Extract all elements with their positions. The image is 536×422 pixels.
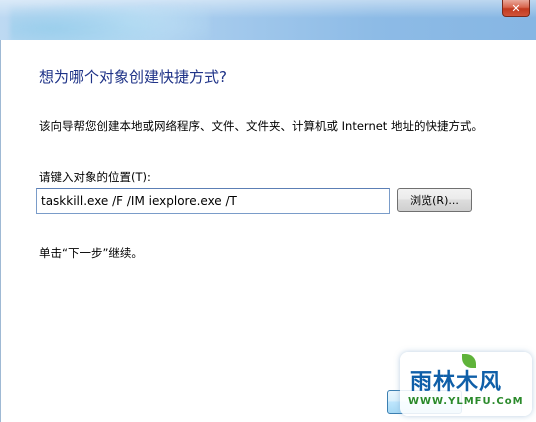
close-icon: ✕ [511,1,521,15]
location-label: 请键入对象的位置(T): [39,170,151,184]
page-title: 想为哪个对象创建快捷方式? [39,68,227,86]
wizard-description: 该向导帮您创建本地或网络程序、文件、文件夹、计算机或 Internet 地址的快… [39,119,483,133]
watermark-name: 雨林木风 [410,370,503,395]
browse-button[interactable]: 浏览(R)... [397,188,472,212]
watermark-logo: 雨林木风 WWW.YLMFU.CoM [400,352,532,416]
close-button[interactable]: ✕ [502,0,530,17]
watermark-url: WWW.YLMFU.CoM [408,396,524,407]
location-input[interactable] [36,188,390,214]
create-shortcut-window: ✕ 想为哪个对象创建快捷方式? 该向导帮您创建本地或网络程序、文件、文件夹、计算… [0,0,536,422]
next-hint: 单击“下一步”继续。 [39,246,143,260]
